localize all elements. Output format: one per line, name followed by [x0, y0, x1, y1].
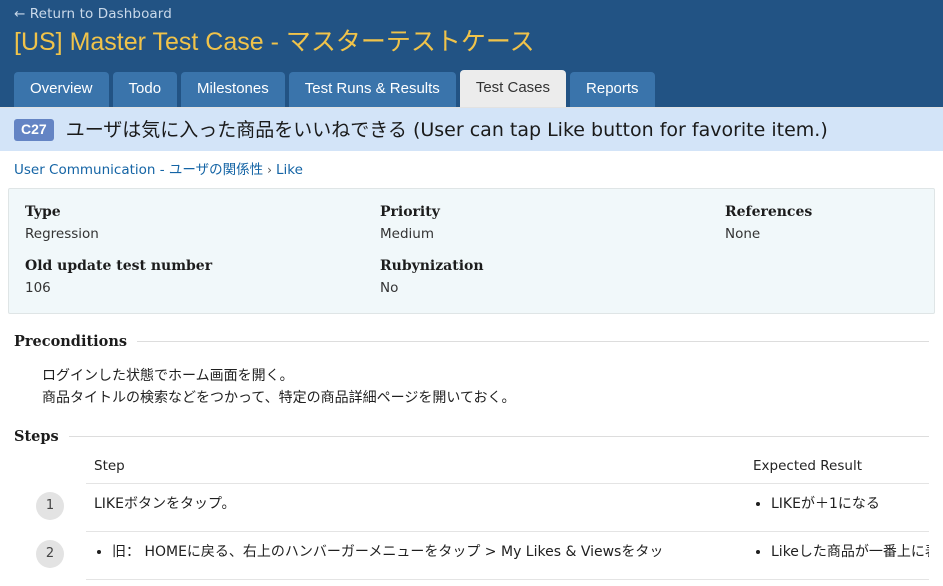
meta-label-old-update-test-number: Old update test number	[25, 258, 213, 274]
tab-milestones[interactable]: Milestones	[181, 72, 285, 107]
table-row[interactable]: 1 LIKEボタンをタップ。 LIKEが＋1になる	[14, 483, 929, 532]
tab-strip: Overview Todo Milestones Test Runs & Res…	[14, 70, 655, 107]
list-item: Likeした商品が一番上に表	[771, 542, 929, 562]
meta-label-priority: Priority	[380, 204, 440, 220]
meta-field-type: Type Regression	[25, 203, 380, 243]
tab-todo[interactable]: Todo	[112, 72, 178, 107]
step-list: 旧： HOMEに戻る、右上のハンバーガーメニューをタップ > My Likes …	[94, 542, 737, 562]
expected-result-list: Likeした商品が一番上に表	[753, 542, 929, 562]
meta-value-type: Regression	[25, 226, 99, 242]
expected-result-cell: Likeした商品が一番上に表	[745, 531, 929, 580]
tab-reports[interactable]: Reports	[570, 72, 655, 107]
section-divider-rule	[68, 436, 929, 437]
list-item: LIKEが＋1になる	[771, 494, 921, 514]
app-header: ← Return to Dashboard [US] Master Test C…	[0, 0, 943, 107]
preconditions-section: Preconditions ログインした状態でホーム画面を開く。 商品タイトルの…	[14, 332, 929, 409]
steps-section: Steps Step Expected Result 1 LIKEボタンをタップ…	[14, 427, 929, 580]
meta-label-type: Type	[25, 204, 61, 220]
tab-overview[interactable]: Overview	[14, 72, 109, 107]
return-to-dashboard-link[interactable]: ← Return to Dashboard	[14, 5, 172, 23]
meta-field-priority: Priority Medium	[380, 203, 725, 243]
case-banner: C27 ユーザは気に入った商品をいいねできる (User can tap Lik…	[0, 107, 943, 151]
step-number-badge: 1	[36, 491, 64, 520]
preconditions-heading: Preconditions	[14, 333, 128, 350]
step-description-cell: 旧： HOMEに戻る、右上のハンバーガーメニューをタップ > My Likes …	[86, 531, 745, 580]
tab-test-runs-and-results[interactable]: Test Runs & Results	[288, 72, 456, 107]
precondition-line: 商品タイトルの検索などをつかって、特定の商品詳細ページを開いておく。	[42, 390, 516, 406]
preconditions-body: ログインした状態でホーム画面を開く。 商品タイトルの検索などをつかって、特定の商…	[14, 351, 929, 409]
meta-value-priority: Medium	[380, 226, 434, 242]
steps-table: Step Expected Result 1 LIKEボタンをタップ。 LIKE…	[14, 452, 929, 580]
case-meta-panel: Type Regression Priority Medium Referenc…	[8, 188, 935, 314]
precondition-line: ログインした状態でホーム画面を開く。	[42, 368, 294, 384]
breadcrumb-current-link[interactable]: Like	[276, 162, 303, 178]
step-number-cell: 2	[14, 532, 86, 580]
list-item: 旧： HOMEに戻る、右上のハンバーガーメニューをタップ > My Likes …	[112, 542, 737, 562]
step-number-badge: 2	[36, 539, 64, 568]
step-description-cell: LIKEボタンをタップ。	[86, 483, 745, 532]
expected-result-cell: LIKEが＋1になる	[745, 483, 929, 532]
column-header-step: Step	[86, 452, 745, 484]
step-number-cell: 1	[14, 484, 86, 532]
tab-test-cases[interactable]: Test Cases	[459, 70, 567, 107]
table-row[interactable]: 2 旧： HOMEに戻る、右上のハンバーガーメニューをタップ > My Like…	[14, 531, 929, 580]
breadcrumb-separator: ›	[267, 163, 272, 177]
step-text: LIKEボタンをタップ。	[94, 496, 236, 512]
meta-label-rubynization: Rubynization	[380, 258, 484, 274]
column-header-expected-result: Expected Result	[745, 452, 929, 484]
meta-field-references: References None	[725, 203, 918, 243]
steps-table-header-row: Step Expected Result	[14, 452, 929, 484]
breadcrumb-parent-link[interactable]: User Communication - ユーザの関係性	[14, 162, 263, 178]
meta-value-rubynization: No	[380, 280, 399, 296]
meta-value-old-update-test-number: 106	[25, 280, 51, 296]
steps-heading-row: Steps	[14, 427, 929, 446]
expected-result-list: LIKEが＋1になる	[753, 494, 921, 514]
meta-label-references: References	[725, 204, 813, 220]
column-header-number	[14, 452, 86, 484]
meta-field-empty	[725, 257, 918, 297]
page-title: [US] Master Test Case - マスターテストケース	[14, 28, 535, 56]
case-id-badge: C27	[14, 118, 54, 141]
meta-value-references: None	[725, 226, 761, 242]
meta-field-old-update-test-number: Old update test number 106	[25, 257, 380, 297]
steps-heading: Steps	[14, 428, 59, 445]
preconditions-heading-row: Preconditions	[14, 332, 929, 351]
case-title: ユーザは気に入った商品をいいねできる (User can tap Like bu…	[65, 118, 828, 141]
breadcrumb: User Communication - ユーザの関係性 › Like	[0, 151, 943, 188]
section-divider-rule	[137, 341, 929, 342]
meta-field-rubynization: Rubynization No	[380, 257, 725, 297]
